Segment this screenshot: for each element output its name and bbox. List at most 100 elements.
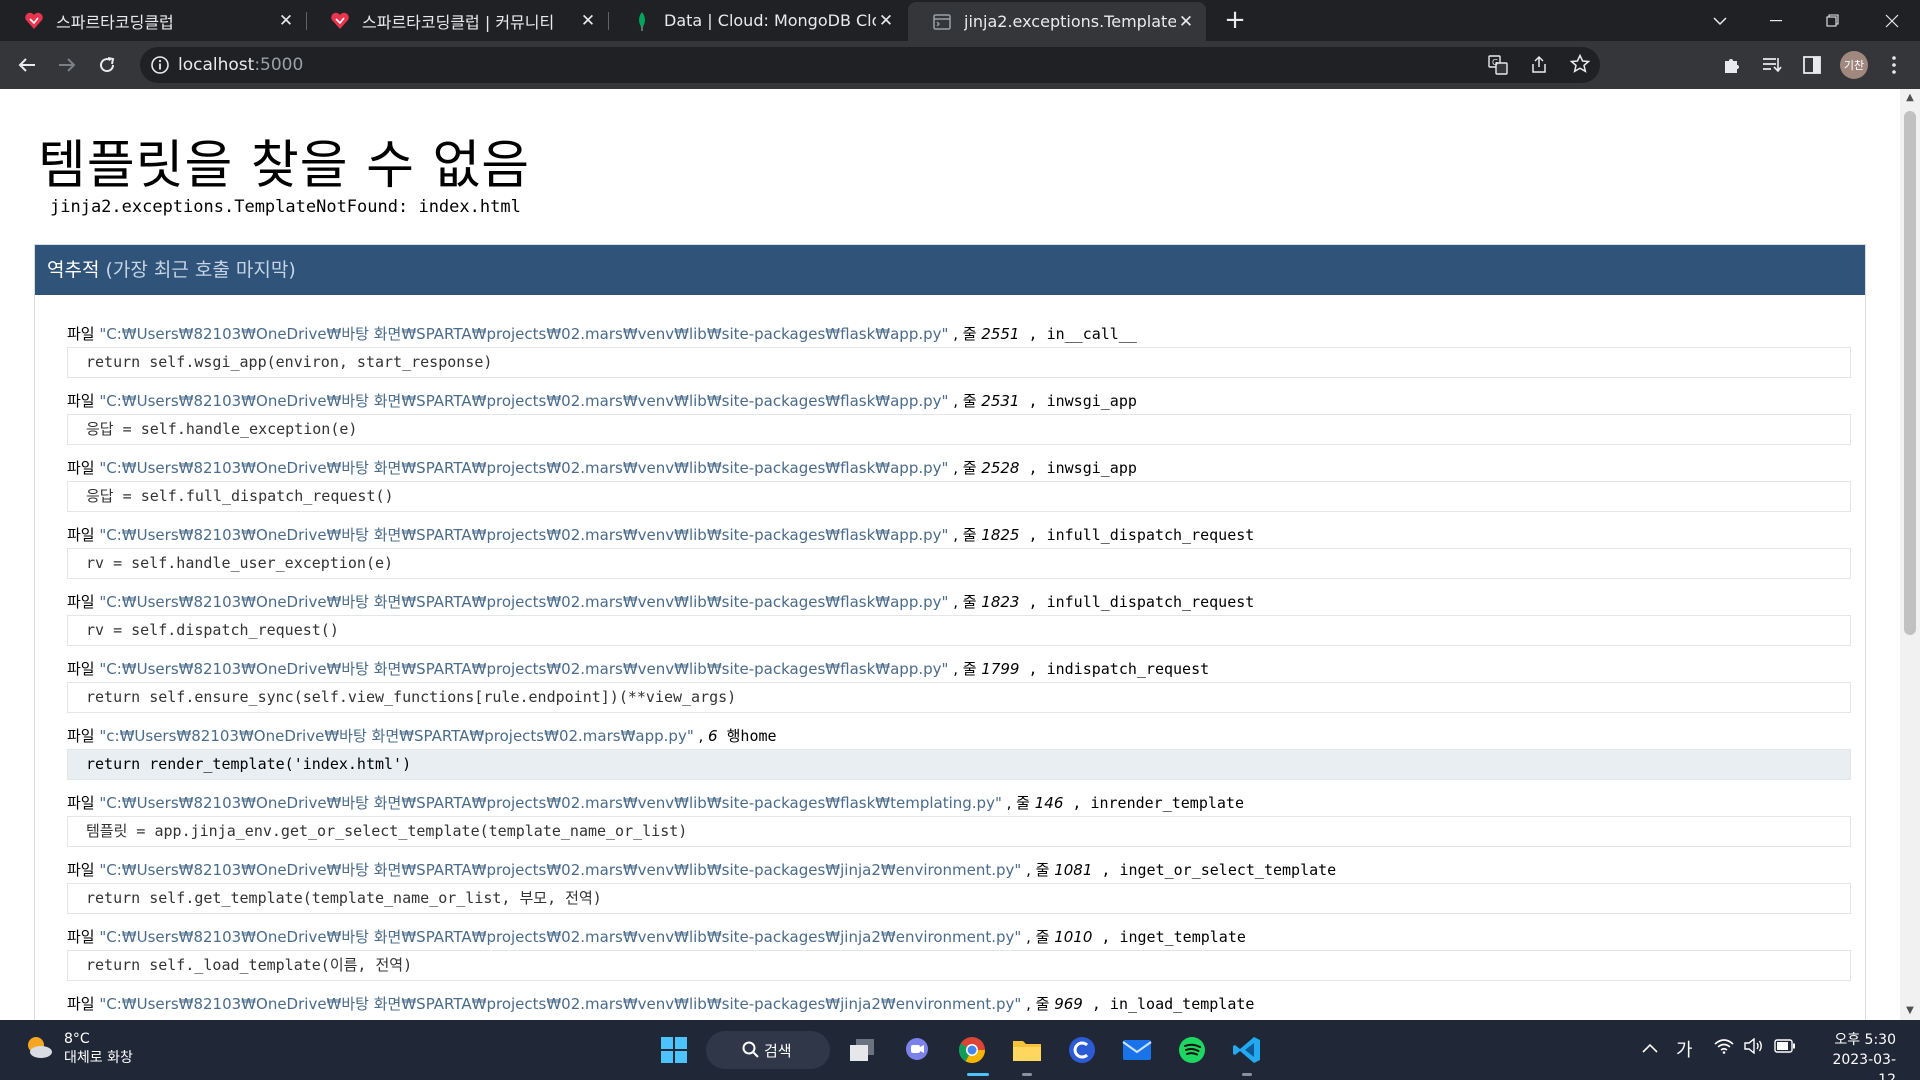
close-icon[interactable]: ✕: [578, 11, 598, 31]
traceback-frame: 파일 "C:₩Users₩82103₩OneDrive₩바탕 화면₩SPARTA…: [67, 790, 1851, 857]
frame-source-line[interactable]: 응답 = self.handle_exception(e): [67, 414, 1851, 445]
vscode-icon[interactable]: [1229, 1032, 1265, 1068]
share-icon[interactable]: [1530, 55, 1550, 79]
back-arrow-icon[interactable]: [13, 51, 41, 79]
taskbar-search-button[interactable]: 검색: [706, 1031, 830, 1069]
page-scrollbar[interactable]: ▲ ▼: [1900, 89, 1920, 1020]
search-label: 검색: [764, 1041, 792, 1060]
app-c-icon[interactable]: [1064, 1032, 1100, 1068]
frame-source-line[interactable]: rv = self.dispatch_request(): [67, 615, 1851, 646]
close-icon[interactable]: ✕: [1176, 12, 1196, 32]
tab-mongodb-cloud[interactable]: Data | Cloud: MongoDB Cloud ✕: [608, 0, 906, 41]
frame-file-path[interactable]: "C:₩Users₩82103₩OneDrive₩바탕 화면₩SPARTA₩pr…: [99, 995, 1021, 1013]
traceback-frames: 파일 "C:₩Users₩82103₩OneDrive₩바탕 화면₩SPARTA…: [67, 321, 1851, 1020]
menu-kebab-icon[interactable]: [1880, 51, 1908, 79]
traceback-frame: 파일 "C:₩Users₩82103₩OneDrive₩바탕 화면₩SPARTA…: [67, 991, 1851, 1020]
new-tab-button[interactable]: +: [1222, 7, 1248, 34]
windows-start-icon[interactable]: [656, 1032, 692, 1068]
translate-icon[interactable]: G: [1488, 55, 1508, 79]
frame-file-path[interactable]: "C:₩Users₩82103₩OneDrive₩바탕 화면₩SPARTA₩pr…: [99, 928, 1021, 946]
info-icon[interactable]: [150, 55, 170, 75]
scroll-up-arrow-icon[interactable]: ▲: [1905, 93, 1915, 103]
extensions-puzzle-icon[interactable]: [1718, 51, 1746, 79]
frame-file-prefix: 파일: [67, 928, 100, 946]
traceback-title: 역추적: [47, 259, 100, 281]
frame-file-path[interactable]: "C:₩Users₩82103₩OneDrive₩바탕 화면₩SPARTA₩pr…: [99, 593, 948, 611]
chrome-icon[interactable]: [954, 1032, 990, 1068]
close-icon[interactable]: ✕: [276, 11, 296, 31]
reload-icon[interactable]: [93, 51, 121, 79]
frame-file-path[interactable]: "C:₩Users₩82103₩OneDrive₩바탕 화면₩SPARTA₩pr…: [99, 660, 948, 678]
frame-source-line[interactable]: 템플릿 = app.jinja_env.get_or_select_templa…: [67, 816, 1851, 847]
profile-avatar[interactable]: 기찬: [1840, 51, 1868, 79]
frame-file-path[interactable]: "C:₩Users₩82103₩OneDrive₩바탕 화면₩SPARTA₩pr…: [99, 392, 948, 410]
scrollbar-thumb[interactable]: [1904, 111, 1916, 635]
traceback-header[interactable]: 역추적 (가장 최근 호출 마지막): [35, 245, 1865, 295]
teams-chat-icon[interactable]: [899, 1032, 935, 1068]
tab-spartacodingclub[interactable]: 스파르타코딩클럽 ✕: [0, 0, 306, 41]
restore-icon[interactable]: [1806, 0, 1858, 41]
frame-file-path[interactable]: "c:₩Users₩82103₩OneDrive₩바탕 화면₩SPARTA₩pr…: [99, 727, 693, 745]
url-text[interactable]: localhost:5000: [178, 55, 303, 75]
spotify-icon[interactable]: [1174, 1032, 1210, 1068]
frame-file-prefix: 파일: [67, 660, 100, 678]
frame-line-separator: , 줄: [1021, 861, 1055, 879]
bookmark-star-icon[interactable]: [1569, 53, 1591, 78]
frame-source-line[interactable]: return self.get_template(template_name_o…: [67, 883, 1851, 914]
side-panel-icon[interactable]: [1798, 51, 1826, 79]
frame-file-path[interactable]: "C:₩Users₩82103₩OneDrive₩바탕 화면₩SPARTA₩pr…: [99, 526, 948, 544]
frame-function-name: , inget_or_select_template: [1092, 861, 1337, 879]
volume-icon[interactable]: [1744, 1037, 1764, 1058]
tab-spartacodingclub-community[interactable]: 스파르타코딩클럽 | 커뮤니티 ✕: [306, 0, 608, 41]
tab-title: 스파르타코딩클럽 | 커뮤니티: [362, 12, 555, 32]
tab-search-icon[interactable]: [1694, 0, 1746, 41]
frame-line-number: 1799: [981, 660, 1020, 678]
traceback-frame: 파일 "C:₩Users₩82103₩OneDrive₩바탕 화면₩SPARTA…: [67, 522, 1851, 589]
frame-source-line[interactable]: return self.ensure_sync(self.view_functi…: [67, 682, 1851, 713]
wifi-icon[interactable]: [1714, 1038, 1734, 1058]
frame-line-number: 1825: [981, 526, 1020, 544]
chrome-running-indicator: [967, 1073, 989, 1076]
frame-line-number: 1823: [981, 593, 1020, 611]
forward-arrow-icon[interactable]: [53, 51, 81, 79]
task-view-icon[interactable]: [844, 1032, 880, 1068]
frame-function-name: , infull_dispatch_request: [1019, 593, 1255, 611]
taskbar-clock[interactable]: 오후 5:30 2023-03-12: [1816, 1030, 1896, 1080]
heart-logo-icon: [330, 11, 350, 31]
frame-file-path[interactable]: "C:₩Users₩82103₩OneDrive₩바탕 화면₩SPARTA₩pr…: [99, 325, 948, 343]
file-explorer-icon[interactable]: [1009, 1032, 1045, 1068]
page-title: 템플릿을 찾을 수 없음: [38, 136, 531, 196]
frame-file-path[interactable]: "C:₩Users₩82103₩OneDrive₩바탕 화면₩SPARTA₩pr…: [99, 794, 1001, 812]
close-window-icon[interactable]: [1866, 0, 1918, 41]
tab-template-not-found[interactable]: jinja2.exceptions.TemplateNotFo ✕: [908, 2, 1206, 41]
frame-file-path[interactable]: "C:₩Users₩82103₩OneDrive₩바탕 화면₩SPARTA₩pr…: [99, 459, 948, 477]
traceback-frame: 파일 "C:₩Users₩82103₩OneDrive₩바탕 화면₩SPARTA…: [67, 321, 1851, 388]
weather-widget[interactable]: 8°C 대체로 화창: [24, 1030, 133, 1068]
scroll-down-arrow-icon[interactable]: ▼: [1905, 1006, 1915, 1016]
frame-line-number: 2528: [981, 459, 1020, 477]
svg-text:G: G: [1492, 58, 1498, 67]
close-icon[interactable]: ✕: [876, 11, 896, 31]
battery-icon[interactable]: [1774, 1038, 1796, 1057]
tray-overflow-chevron-icon[interactable]: [1642, 1038, 1658, 1057]
frame-source-line[interactable]: return self._load_template(이름, 전역): [67, 950, 1851, 981]
clock-date: 2023-03-12: [1832, 1052, 1896, 1080]
frame-line-number: 6: [708, 727, 718, 745]
mail-icon[interactable]: [1119, 1032, 1155, 1068]
frame-source-line[interactable]: return self.wsgi_app(environ, start_resp…: [67, 347, 1851, 378]
reading-list-icon[interactable]: [1758, 51, 1786, 79]
frame-location: 파일 "c:₩Users₩82103₩OneDrive₩바탕 화면₩SPARTA…: [67, 723, 1851, 749]
page-viewport: 템플릿을 찾을 수 없음 jinja2.exceptions.TemplateN…: [0, 89, 1900, 1020]
page-icon: [932, 12, 952, 32]
frame-line-number: 146: [1034, 794, 1064, 812]
ime-indicator[interactable]: 가: [1676, 1036, 1693, 1062]
minimize-icon[interactable]: [1750, 0, 1802, 41]
frame-source-line[interactable]: return render_template('index.html'): [67, 749, 1851, 780]
frame-source-line[interactable]: 응답 = self.full_dispatch_request(): [67, 481, 1851, 512]
frame-location: 파일 "C:₩Users₩82103₩OneDrive₩바탕 화면₩SPARTA…: [67, 388, 1851, 414]
frame-file-path[interactable]: "C:₩Users₩82103₩OneDrive₩바탕 화면₩SPARTA₩pr…: [99, 861, 1021, 879]
mongodb-leaf-icon: [632, 11, 652, 31]
frame-source-line[interactable]: rv = self.handle_user_exception(e): [67, 548, 1851, 579]
address-bar[interactable]: localhost:5000 G: [140, 47, 1600, 83]
traceback-frame: 파일 "C:₩Users₩82103₩OneDrive₩바탕 화면₩SPARTA…: [67, 455, 1851, 522]
